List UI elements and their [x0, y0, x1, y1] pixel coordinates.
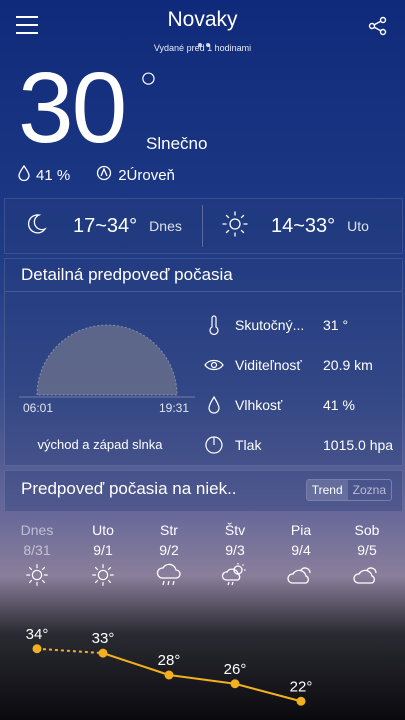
trend-label: 34°: [26, 626, 49, 643]
forecast-day-4[interactable]: Pia 9/4: [268, 522, 334, 588]
air-quality-icon: [96, 165, 112, 185]
day-name: Str: [160, 522, 178, 538]
humidity-value: 41 %: [36, 166, 71, 184]
tomorrow-range-value: 14~33°: [271, 214, 336, 237]
forecast-day-0[interactable]: Dnes 8/31: [4, 522, 70, 588]
current-temperature: 30: [18, 52, 127, 164]
today-range-value: 17~34°: [73, 214, 138, 237]
forecast-header: Predpoveď počasia na niek.. Trend Zozna: [4, 470, 403, 511]
pressure-row: Tlak 1015.0 hpa: [201, 433, 401, 457]
pressure-label: Tlak: [235, 437, 262, 453]
city-name[interactable]: Novaky: [0, 8, 405, 32]
thermometer-icon: [201, 315, 227, 335]
day-name: Štv: [224, 522, 246, 538]
sunrise-time: 06:01: [23, 401, 54, 415]
day-date: 9/2: [159, 542, 179, 558]
divider: [202, 205, 203, 247]
day-date: 9/1: [93, 542, 113, 558]
detail-title: Detailná predpoveď počasia: [21, 265, 233, 284]
feels-like-row: Skutočný... 31 °: [201, 313, 401, 337]
feels-like-value: 31 °: [323, 317, 349, 333]
partly-cloudy-icon: [334, 562, 400, 588]
drop-icon: [201, 396, 227, 414]
trend-label: 22°: [290, 678, 313, 695]
sun-label: východ a západ slnka: [37, 437, 163, 452]
forecast-title: Predpoveď počasia na niek..: [21, 479, 237, 498]
trend-point: [230, 679, 240, 689]
day-date: 8/31: [23, 542, 51, 558]
trend-point: [296, 696, 306, 706]
day-name: Sob: [354, 522, 380, 538]
day-name: Dnes: [20, 522, 54, 538]
current-condition: Slnečno: [146, 134, 208, 153]
detail-header: Detailná predpoveď počasia: [5, 259, 402, 292]
tomorrow-range[interactable]: 14~33° Uto: [221, 199, 369, 253]
degree-symbol: ○: [140, 62, 157, 93]
today-label: Dnes: [149, 218, 182, 234]
trend-point: [32, 644, 42, 654]
day-date: 9/3: [225, 542, 245, 558]
temperature-range-panel: 17~34° Dnes 14~33° Uto: [4, 198, 403, 254]
partly-cloudy-rain-icon: [202, 562, 268, 588]
humidity-detail-value: 41 %: [323, 397, 355, 413]
moon-icon: [23, 211, 49, 242]
current-meta: 41 % 2Úroveň: [18, 164, 175, 185]
list-tab[interactable]: Zozna: [348, 480, 391, 500]
drop-icon: [18, 164, 30, 185]
today-range[interactable]: 17~34° Dnes: [23, 199, 182, 253]
eye-icon: [201, 359, 227, 371]
forecast-day-5[interactable]: Sob 9/5: [334, 522, 400, 588]
gauge-icon: [201, 435, 227, 455]
detail-panel: Detailná predpoveď počasia 06:01 19:31 v…: [4, 258, 403, 466]
sun-icon: [70, 562, 136, 588]
temperature-trend-chart: 34° 33° 28° 26° 22°: [26, 626, 313, 706]
trend-label: 28°: [158, 652, 181, 669]
sunset-time: 19:31: [159, 401, 190, 415]
trend-point: [98, 648, 108, 658]
sun-icon: [4, 562, 70, 588]
visibility-value: 20.9 km: [323, 357, 373, 373]
rain-cloud-icon: [136, 562, 202, 588]
share-icon[interactable]: [368, 16, 388, 36]
visibility-label: Viditeľnosť: [235, 357, 302, 373]
day-name: Pia: [290, 522, 312, 538]
trend-point: [164, 670, 174, 680]
visibility-row: Viditeľnosť 20.9 km: [201, 353, 401, 377]
day-date: 9/5: [357, 542, 377, 558]
tomorrow-label: Uto: [347, 218, 369, 234]
trend-label: 33°: [92, 630, 115, 647]
humidity-row: Vlhkosť 41 %: [201, 393, 401, 417]
forecast-day-3[interactable]: Štv 9/3: [202, 522, 268, 588]
forecast-day-1[interactable]: Uto 9/1: [70, 522, 136, 588]
feels-like-label: Skutočný...: [235, 317, 305, 333]
trend-tab[interactable]: Trend: [306, 480, 348, 500]
day-name: Uto: [92, 522, 114, 538]
trend-label: 26°: [224, 661, 247, 678]
sun-arc: [19, 299, 195, 404]
sun-icon: [221, 210, 249, 243]
partly-cloudy-icon: [268, 562, 334, 588]
level-value: 2Úroveň: [118, 166, 175, 184]
humidity-label: Vlhkosť: [235, 397, 283, 413]
pressure-value: 1015.0 hpa: [323, 437, 394, 453]
trend-segment: [36, 647, 104, 655]
day-date: 9/4: [291, 542, 311, 558]
forecast-day-2[interactable]: Str 9/2: [136, 522, 202, 588]
view-toggle: Trend Zozna: [305, 479, 392, 501]
